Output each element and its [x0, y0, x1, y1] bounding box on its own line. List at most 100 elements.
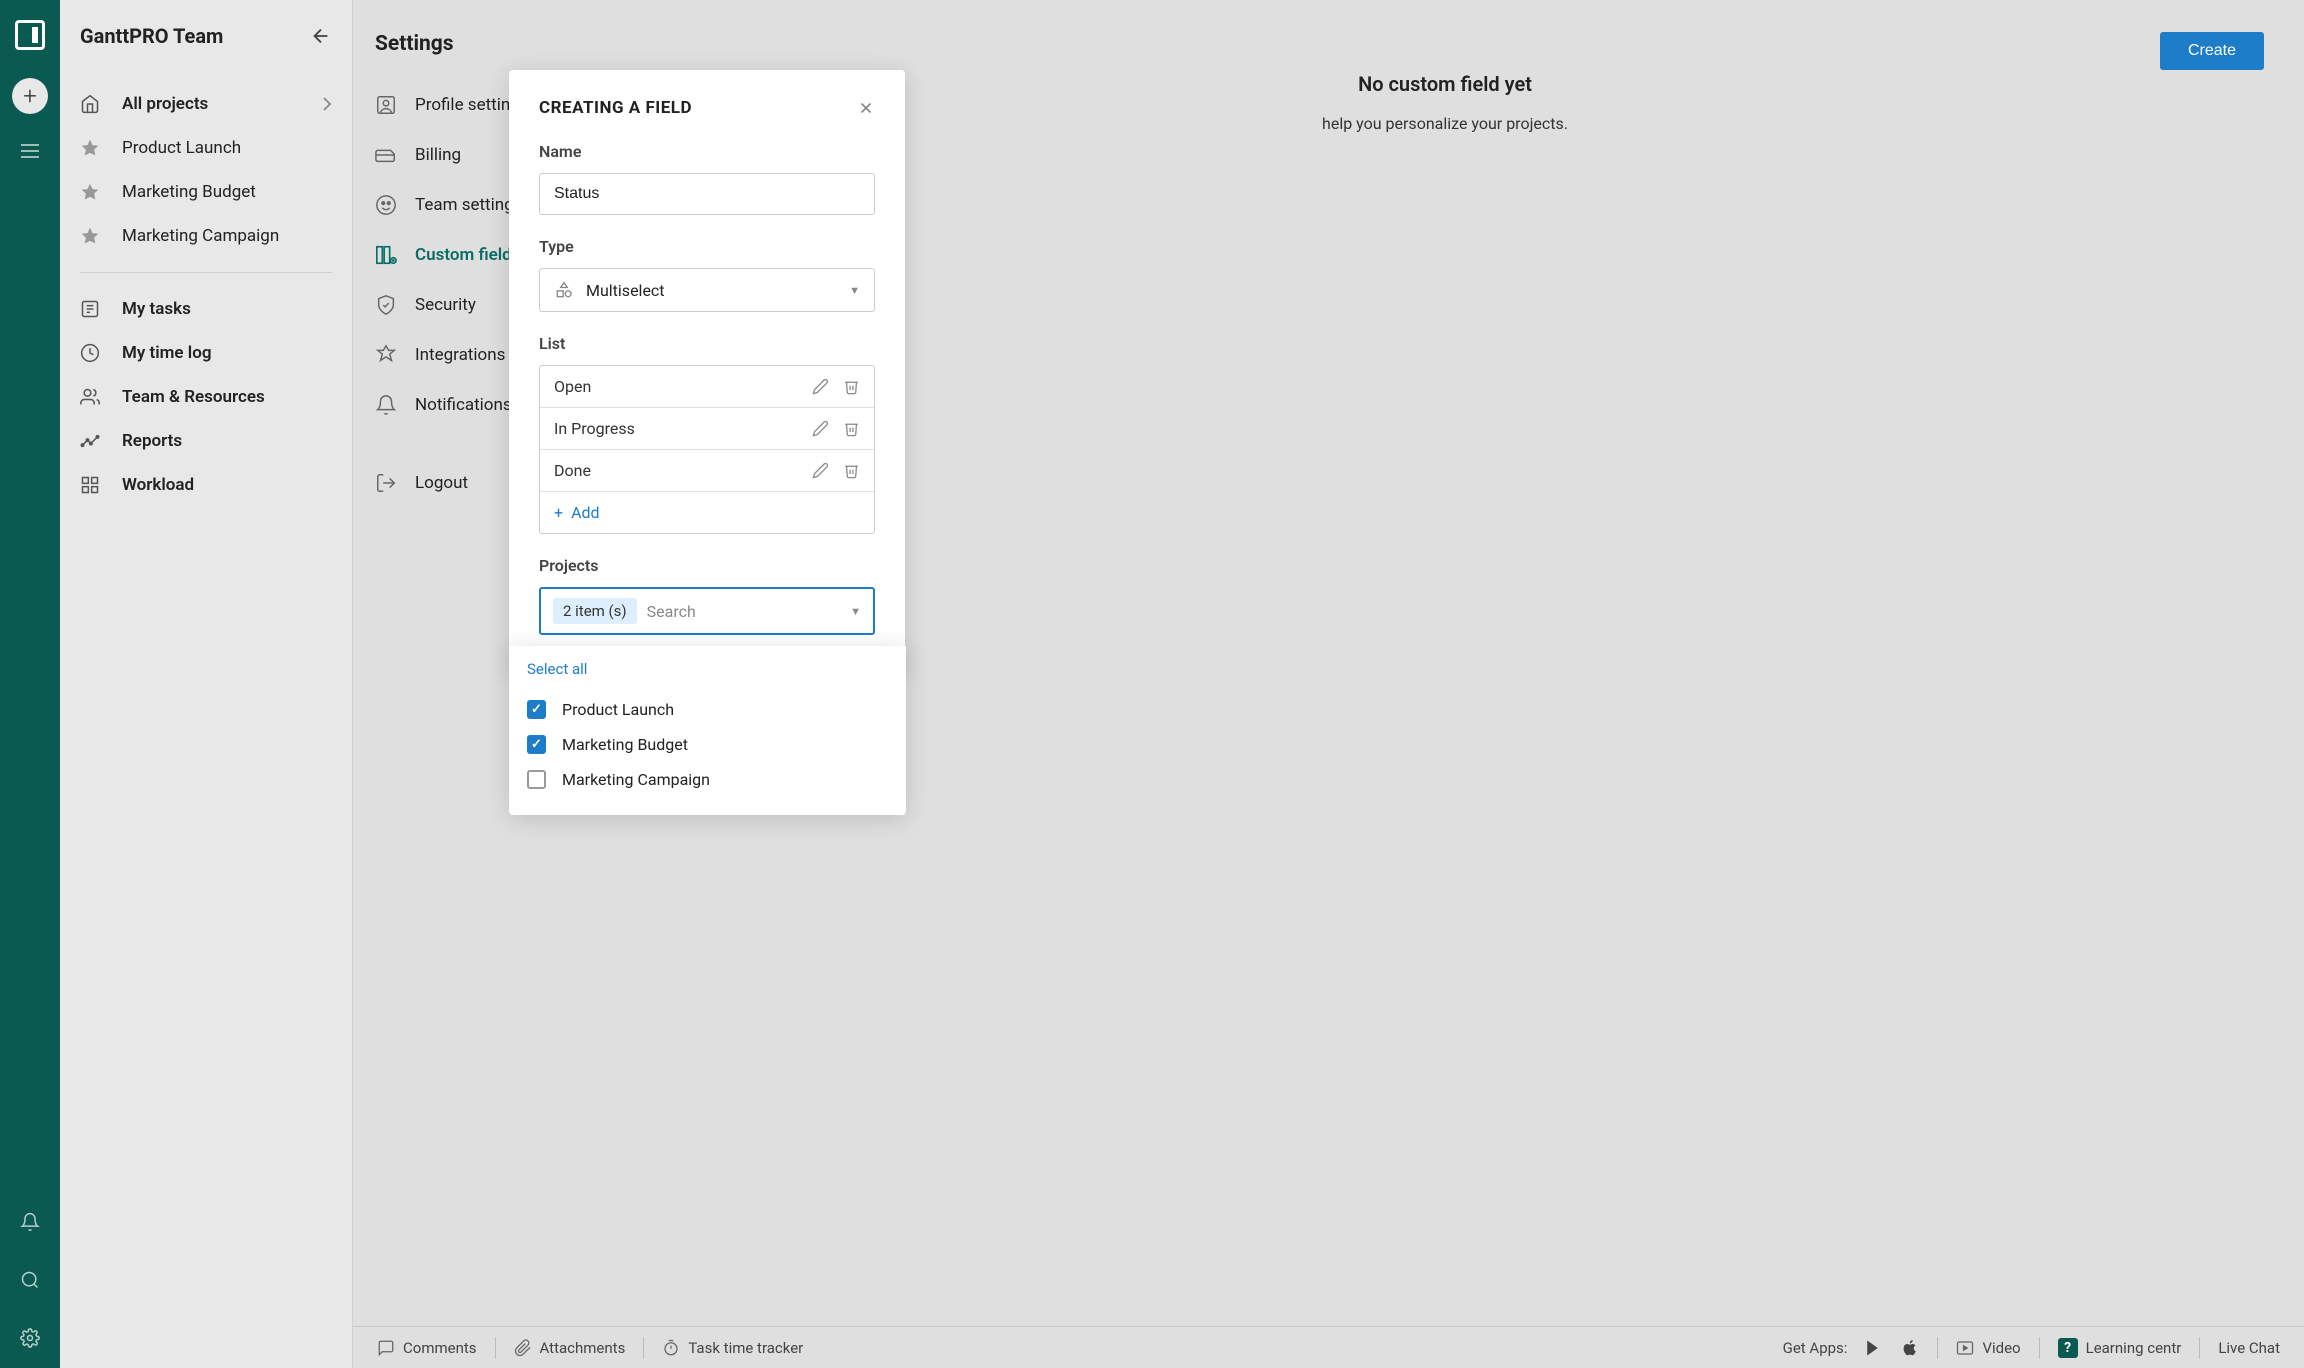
sidebar-item-label: My time log — [122, 343, 212, 363]
settings-title: Settings — [375, 32, 586, 56]
select-all-button[interactable]: Select all — [527, 660, 888, 678]
comments-button[interactable]: Comments — [377, 1339, 477, 1357]
separator — [1937, 1337, 1938, 1359]
type-select[interactable]: Multiselect ▼ — [539, 268, 875, 312]
create-button[interactable]: Create — [2160, 32, 2264, 70]
search-icon[interactable] — [20, 1270, 40, 1290]
separator — [643, 1337, 644, 1359]
list-box: Open In Progress Done — [539, 365, 875, 534]
live-chat-label: Live Chat — [2218, 1339, 2280, 1357]
app-logo-icon — [15, 20, 45, 50]
sidebar-item-label: Marketing Budget — [122, 182, 256, 202]
list-item: Done — [540, 450, 874, 492]
add-list-item-button[interactable]: + Add — [540, 492, 874, 533]
checkbox-checked-icon[interactable] — [527, 735, 546, 754]
trash-icon[interactable] — [843, 378, 860, 395]
list-item: Open — [540, 366, 874, 408]
attachments-button[interactable]: Attachments — [514, 1339, 626, 1357]
sidebar-item-label: Workload — [122, 475, 194, 495]
bell-icon[interactable] — [20, 1212, 40, 1232]
name-input[interactable] — [539, 173, 875, 215]
video-button[interactable]: Video — [1956, 1339, 2020, 1357]
projects-search-placeholder: Search — [647, 602, 850, 621]
type-label: Type — [539, 237, 875, 256]
create-field-modal: CREATING A FIELD Name Type Multiselect ▼… — [509, 70, 905, 671]
sidebar-item-label: Reports — [122, 431, 182, 451]
left-rail: + — [0, 0, 60, 1368]
list-item-label: Open — [554, 377, 591, 396]
list-item-label: In Progress — [554, 419, 635, 438]
settings-item-label: Team settings — [415, 195, 522, 215]
projects-dropdown: Select all Product Launch Marketing Budg… — [509, 646, 906, 815]
sidebar: GanttPRO Team All projects Product Launc… — [60, 0, 353, 1368]
bottom-bar: Comments Attachments Task time tracker G… — [353, 1326, 2304, 1368]
learning-center-button[interactable]: ? Learning centr — [2058, 1338, 2182, 1358]
separator — [2199, 1337, 2200, 1359]
settings-item-label: Integrations — [415, 345, 505, 365]
sidebar-item-label: Product Launch — [122, 138, 241, 158]
list-item-label: Done — [554, 461, 591, 480]
google-play-icon[interactable] — [1865, 1339, 1883, 1357]
hamburger-icon[interactable] — [21, 142, 39, 163]
sidebar-project-item[interactable]: Marketing Campaign — [80, 214, 332, 258]
chevron-down-icon: ▼ — [849, 284, 860, 297]
edit-icon[interactable] — [812, 420, 829, 437]
live-chat-button[interactable]: Live Chat — [2218, 1339, 2280, 1357]
multiselect-icon — [554, 280, 574, 300]
name-label: Name — [539, 142, 875, 161]
sidebar-my-time-log[interactable]: My time log — [80, 331, 332, 375]
projects-multiselect[interactable]: 2 item (s) Search ▼ — [539, 587, 875, 635]
modal-title: CREATING A FIELD — [539, 98, 692, 118]
sidebar-workload[interactable]: Workload — [80, 463, 332, 507]
edit-icon[interactable] — [812, 378, 829, 395]
sidebar-reports[interactable]: Reports — [80, 419, 332, 463]
comments-label: Comments — [403, 1339, 477, 1357]
checkbox-checked-icon[interactable] — [527, 700, 546, 719]
sidebar-item-label: Team & Resources — [122, 387, 265, 407]
close-icon[interactable] — [857, 99, 875, 117]
dropdown-option[interactable]: Marketing Campaign — [527, 762, 888, 797]
edit-icon[interactable] — [812, 462, 829, 479]
collapse-sidebar-icon[interactable] — [310, 25, 332, 47]
separator — [2039, 1337, 2040, 1359]
dropdown-option-label: Product Launch — [562, 700, 674, 719]
dropdown-option-label: Marketing Campaign — [562, 770, 710, 789]
settings-item-label: Custom fields — [415, 245, 521, 265]
type-value: Multiselect — [586, 281, 665, 300]
trash-icon[interactable] — [843, 420, 860, 437]
sidebar-my-tasks[interactable]: My tasks — [80, 287, 332, 331]
attachments-label: Attachments — [540, 1339, 626, 1357]
list-item: In Progress — [540, 408, 874, 450]
checkbox-unchecked-icon[interactable] — [527, 770, 546, 789]
dropdown-option[interactable]: Marketing Budget — [527, 727, 888, 762]
list-label: List — [539, 334, 875, 353]
projects-label: Projects — [539, 556, 875, 575]
apple-icon[interactable] — [1901, 1339, 1919, 1357]
task-time-tracker-button[interactable]: Task time tracker — [662, 1339, 803, 1357]
dropdown-option[interactable]: Product Launch — [527, 692, 888, 727]
get-apps-label: Get Apps: — [1783, 1339, 1848, 1357]
separator — [495, 1337, 496, 1359]
sidebar-item-label: All projects — [122, 94, 208, 114]
team-name: GanttPRO Team — [80, 24, 223, 48]
settings-item-label: Logout — [415, 473, 468, 493]
task-time-tracker-label: Task time tracker — [688, 1339, 803, 1357]
projects-count-chip: 2 item (s) — [553, 598, 637, 624]
gear-icon[interactable] — [20, 1328, 40, 1348]
help-icon: ? — [2058, 1338, 2078, 1358]
trash-icon[interactable] — [843, 462, 860, 479]
add-label: Add — [571, 503, 599, 522]
learning-label: Learning centr — [2086, 1339, 2182, 1357]
sidebar-all-projects[interactable]: All projects — [80, 82, 332, 126]
sidebar-team-resources[interactable]: Team & Resources — [80, 375, 332, 419]
video-label: Video — [1982, 1339, 2020, 1357]
chevron-right-icon — [322, 96, 332, 112]
sidebar-project-item[interactable]: Product Launch — [80, 126, 332, 170]
settings-item-label: Notifications — [415, 395, 512, 415]
create-project-button[interactable]: + — [12, 78, 48, 114]
dropdown-option-label: Marketing Budget — [562, 735, 688, 754]
settings-item-label: Billing — [415, 145, 461, 165]
settings-item-label: Security — [415, 295, 476, 315]
plus-icon: + — [554, 503, 563, 522]
sidebar-project-item[interactable]: Marketing Budget — [80, 170, 332, 214]
